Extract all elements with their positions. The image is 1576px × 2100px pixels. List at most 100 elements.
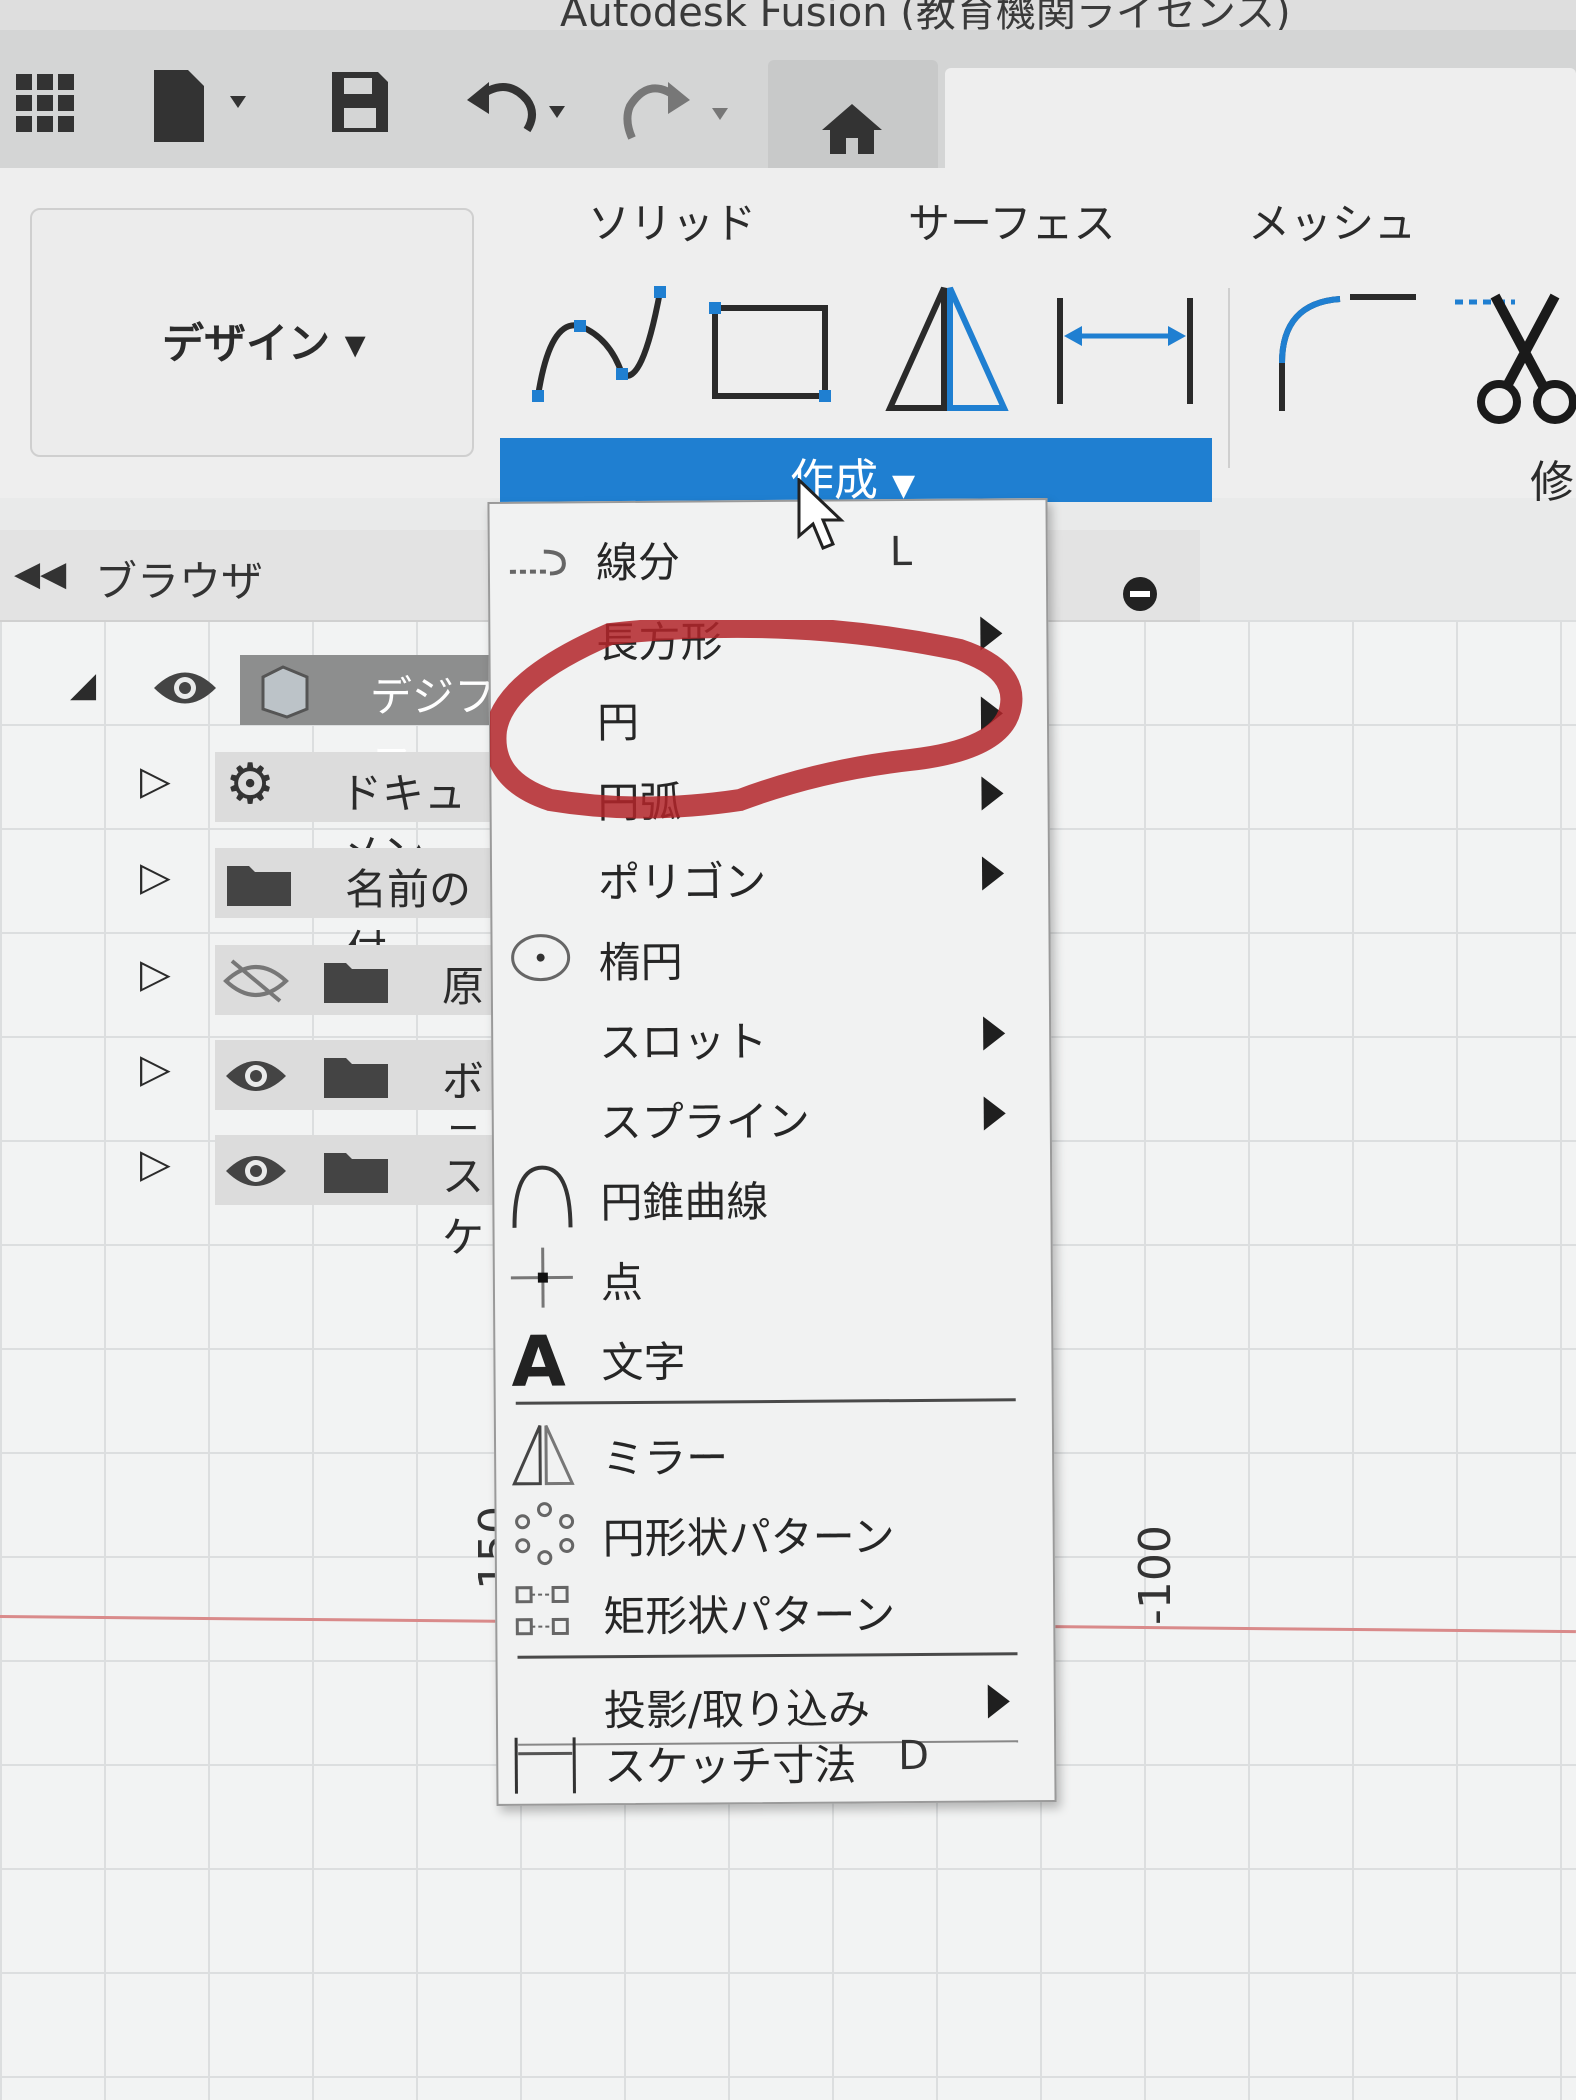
menu-item-label: 長方形 — [596, 617, 723, 668]
submenu-arrow-icon — [987, 1684, 1010, 1719]
mirror-icon — [512, 1424, 575, 1486]
menu-item-label: 文字 — [601, 1337, 686, 1388]
sketch-dimension-tool-icon[interactable] — [1050, 288, 1200, 408]
spline-tool-icon[interactable] — [520, 278, 670, 408]
folder-icon — [324, 1058, 388, 1098]
trim-scissors-icon[interactable] — [1455, 286, 1576, 446]
axis-label-minus-100: -100 — [1130, 1525, 1181, 1625]
menu-item-slot[interactable]: スロット — [493, 994, 1034, 1076]
tree-row-named-views[interactable]: ▷ 名前の付 — [0, 848, 500, 975]
home-icon — [822, 104, 882, 154]
eye-icon[interactable] — [150, 663, 220, 713]
menu-item-label: スロット — [599, 1017, 768, 1068]
browser-title: ブラウザ — [95, 557, 264, 606]
menu-item-rectangular-pattern[interactable]: 矩形状パターン — [497, 1568, 1038, 1650]
point-icon — [510, 1247, 573, 1308]
submenu-arrow-icon — [980, 696, 1004, 731]
expand-triangle-icon[interactable]: ▷ — [140, 1141, 171, 1187]
tree-row-origin[interactable]: ▷ 原 — [0, 945, 500, 1015]
tree-row-label: 原 — [442, 962, 485, 1011]
menu-item-line[interactable]: 線分 L — [490, 514, 1031, 596]
title-bar: Autodesk Fusion (教育機関ライセンス) — [0, 0, 1576, 30]
menu-item-label: スプライン — [599, 1096, 810, 1148]
save-icon[interactable] — [330, 70, 390, 134]
shortcut-key: L — [889, 529, 913, 576]
menu-item-spline[interactable]: スプライン — [493, 1074, 1034, 1156]
gear-icon: ⚙ — [225, 752, 276, 817]
shortcut-key: D — [898, 1732, 930, 1780]
expand-triangle-icon[interactable]: ▷ — [140, 1046, 171, 1092]
folder-icon — [324, 1153, 388, 1193]
minimize-panel-icon[interactable] — [1122, 576, 1158, 612]
file-icon[interactable] — [150, 66, 260, 146]
tree-row-root[interactable]: ◢ デジファ — [0, 655, 500, 782]
menu-item-label: 楕円 — [598, 937, 683, 988]
menu-item-rectangle[interactable]: 長方形 — [490, 594, 1031, 676]
tree-row-sketches[interactable]: ▷ スケ — [0, 1135, 500, 1262]
tab-surface[interactable]: サーフェス — [908, 190, 1115, 251]
folder-icon — [324, 963, 388, 1003]
menu-item-label: 線分 — [595, 537, 681, 588]
chevron-down-icon: ▾ — [344, 319, 366, 368]
collapse-triangle-icon[interactable]: ◢ — [70, 665, 96, 705]
menu-item-ellipse[interactable]: 楕円 — [492, 914, 1033, 996]
tree-row-document-settings[interactable]: ▷ ⚙ ドキュメン — [0, 752, 500, 879]
text-icon: A — [511, 1323, 566, 1389]
menu-item-label: ポリゴン — [597, 857, 767, 908]
eye-icon[interactable] — [222, 1147, 290, 1195]
line-icon — [509, 549, 566, 576]
folder-icon — [227, 866, 291, 906]
eye-hidden-icon[interactable] — [222, 957, 290, 1005]
menu-item-arc[interactable]: 円弧 — [491, 754, 1032, 836]
workspace-switcher[interactable]: デザイン ▾ — [30, 208, 474, 457]
redo-icon[interactable] — [620, 70, 740, 150]
menu-item-conic-curve[interactable]: 円錐曲線 — [494, 1154, 1035, 1236]
menu-separator — [517, 1652, 1018, 1659]
menu-item-label: スケッチ寸法 — [604, 1740, 857, 1792]
tree-row-bodies[interactable]: ▷ ボテ — [0, 1040, 500, 1167]
eye-icon[interactable] — [222, 1052, 290, 1100]
workspace-label: デザイン — [162, 319, 331, 368]
quick-access-toolbar — [0, 30, 1576, 193]
menu-item-text[interactable]: A 文字 — [495, 1314, 1036, 1396]
submenu-arrow-icon — [981, 776, 1004, 811]
expand-triangle-icon[interactable]: ▷ — [140, 854, 171, 900]
circular-pattern-icon — [515, 1502, 575, 1566]
create-dropdown-menu: 線分 L 長方形 円 円弧 ポリゴン 楕円 スロット スプライン 円錐曲線 点 … — [487, 498, 1057, 1806]
chevron-down-icon: ▼ — [892, 468, 916, 503]
submenu-arrow-icon — [983, 1096, 1006, 1131]
menu-item-circle[interactable]: 円 — [491, 674, 1032, 756]
conic-curve-icon — [512, 1165, 573, 1228]
svg-text:A: A — [511, 1323, 566, 1389]
sketch-dimension-icon — [514, 1737, 576, 1794]
menu-item-sketch-dimension[interactable]: スケッチ寸法 D — [498, 1718, 1039, 1800]
expand-triangle-icon[interactable]: ▷ — [140, 951, 171, 997]
menu-item-polygon[interactable]: ポリゴン — [492, 834, 1033, 916]
rectangle-tool-icon[interactable] — [705, 298, 835, 408]
component-icon — [261, 665, 309, 719]
ribbon: デザイン ▾ ソリッド サーフェス メッシュ 作成 ▼ 修 — [0, 168, 1576, 508]
rectangular-pattern-icon — [515, 1585, 569, 1636]
menu-item-label: 円弧 — [597, 777, 682, 828]
menu-item-point[interactable]: 点 — [495, 1234, 1036, 1316]
submenu-arrow-icon — [983, 1016, 1006, 1051]
tab-mesh[interactable]: メッシュ — [1248, 190, 1416, 251]
modify-label[interactable]: 修 — [1530, 446, 1574, 510]
menu-item-label: 矩形状パターン — [603, 1590, 896, 1642]
menu-item-label: 円形状パターン — [602, 1512, 895, 1564]
apps-grid-icon[interactable] — [14, 72, 76, 134]
ellipse-icon — [511, 934, 571, 982]
collapse-browser-icon[interactable]: ◀◀ — [14, 554, 66, 594]
menu-item-label: ミラー — [601, 1433, 729, 1484]
submenu-arrow-icon — [980, 616, 1003, 651]
submenu-arrow-icon — [981, 856, 1005, 891]
fillet-tool-icon[interactable] — [1270, 283, 1420, 413]
mirror-tool-icon[interactable] — [880, 278, 1010, 418]
menu-item-circular-pattern[interactable]: 円形状パターン — [496, 1490, 1037, 1572]
create-dropdown-button[interactable]: 作成 ▼ — [500, 438, 1212, 506]
menu-item-label: 円錐曲線 — [600, 1177, 769, 1228]
menu-item-mirror[interactable]: ミラー — [496, 1410, 1037, 1492]
undo-icon[interactable] — [465, 70, 575, 140]
tab-solid[interactable]: ソリッド — [588, 190, 756, 251]
expand-triangle-icon[interactable]: ▷ — [140, 758, 171, 804]
